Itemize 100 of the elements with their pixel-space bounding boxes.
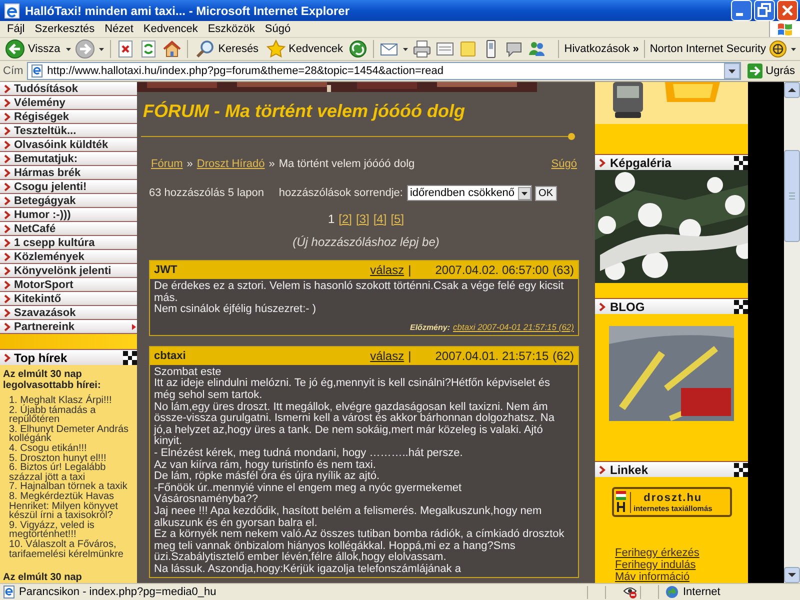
login-note: (Új hozzászóláshoz lépj be) bbox=[292, 235, 440, 249]
news-link[interactable]: 4. Csogu etikán!!! bbox=[9, 444, 134, 454]
news-link[interactable]: 9. Vigyázz, veled is megtörténhet!!! bbox=[9, 520, 134, 540]
menu-item[interactable]: Betegágyak bbox=[0, 194, 137, 208]
menu-item[interactable]: MotorSport bbox=[0, 278, 137, 292]
hungarian-flag-icon bbox=[616, 491, 626, 513]
sort-label: hozzászólások sorrendje: bbox=[278, 187, 403, 199]
zone-label: Internet bbox=[683, 586, 720, 598]
globe-icon[interactable] bbox=[769, 40, 787, 58]
breadcrumb-separator: » bbox=[186, 158, 193, 170]
address-field[interactable]: http://www.hallotaxi.hu/index.php?pg=forum&theme=28&topic=1454&action=read bbox=[27, 62, 741, 80]
norton-label[interactable]: Norton Internet Security bbox=[650, 43, 766, 55]
chevron-icon bbox=[598, 464, 606, 474]
checkered-flag-icon bbox=[734, 462, 748, 476]
menu-item[interactable]: Hármas brék bbox=[0, 166, 137, 180]
breadcrumb-link[interactable]: Droszt Híradó bbox=[196, 158, 265, 170]
reply-link[interactable]: válasz bbox=[370, 263, 404, 277]
section-title: Linkek bbox=[610, 462, 650, 476]
page-icon bbox=[2, 585, 16, 599]
checkered-flag-icon bbox=[123, 350, 137, 364]
post-author: JWT bbox=[154, 264, 178, 276]
link[interactable]: Ferihegy érkezés bbox=[615, 547, 748, 559]
media-icon[interactable] bbox=[348, 39, 368, 59]
post-date: 2007.04.01. 21:57:15 bbox=[435, 348, 549, 363]
checkered-flag-icon bbox=[734, 156, 748, 170]
search-icon bbox=[195, 39, 216, 59]
post-author: cbtaxi bbox=[154, 350, 187, 362]
menu-item[interactable]: Olvasóink küldték bbox=[0, 138, 137, 152]
back-button[interactable]: Vissza bbox=[3, 38, 62, 60]
link[interactable]: Ferihegy indulás bbox=[615, 559, 748, 571]
breadcrumb-link[interactable]: Fórum bbox=[151, 158, 183, 170]
page-link[interactable]: [4] bbox=[373, 212, 387, 226]
menu-item[interactable]: Súgó bbox=[260, 23, 296, 35]
menu-item[interactable]: Eszközök bbox=[202, 23, 260, 35]
menu-item[interactable]: Csogu jelenti! bbox=[0, 180, 137, 194]
post-number: (63) bbox=[552, 263, 574, 277]
reply-link[interactable]: válasz bbox=[370, 348, 404, 363]
menu-item[interactable]: Közlemények bbox=[0, 250, 137, 264]
news-link[interactable]: 7. Hajnalban törnek a taxik bbox=[9, 482, 134, 492]
link[interactable]: Máv információ bbox=[615, 571, 748, 583]
menu-item[interactable]: Vélemény bbox=[0, 96, 137, 110]
menu-item[interactable]: Partnereink bbox=[0, 320, 137, 334]
search-button[interactable]: Keresés bbox=[193, 38, 261, 60]
restore-button[interactable] bbox=[754, 0, 775, 21]
checkered-flag-icon bbox=[734, 300, 748, 314]
more-chevron[interactable]: » bbox=[632, 43, 639, 55]
scroll-down-button[interactable] bbox=[784, 567, 800, 583]
menu-item[interactable]: Régiségek bbox=[0, 110, 137, 124]
go-button[interactable]: Ugrás bbox=[744, 63, 797, 79]
home-icon[interactable] bbox=[162, 39, 182, 59]
people-icon[interactable] bbox=[527, 39, 547, 59]
news-link[interactable]: 6. Biztos úr! Legalább százzal jött a taxi bbox=[9, 463, 134, 482]
menu-item[interactable]: Szerkesztés bbox=[30, 23, 100, 35]
browser-icon bbox=[4, 2, 20, 18]
menu-item[interactable]: Teszteltük... bbox=[0, 124, 137, 138]
breadcrumb-current: Ma történt velem jóóóó dolg bbox=[278, 158, 415, 170]
favorites-button[interactable]: Kedvencek bbox=[264, 38, 345, 60]
previous-link[interactable]: cbtaxi 2007-04-01 21:57:15 (62) bbox=[453, 322, 574, 332]
links-label[interactable]: Hivatkozások bbox=[564, 43, 630, 55]
printer-icon[interactable] bbox=[412, 39, 432, 59]
section-title: BLOG bbox=[610, 300, 646, 314]
page-link[interactable]: [2] bbox=[338, 212, 352, 226]
news-heading: Az elmúlt 30 nap legolvasottabb hírei: bbox=[3, 369, 102, 391]
menu-item[interactable]: NetCafé bbox=[0, 222, 137, 236]
menu-item[interactable]: 1 csepp kultúra bbox=[0, 236, 137, 250]
go-arrow-icon bbox=[746, 63, 763, 79]
blocked-eye-icon bbox=[623, 585, 637, 599]
menu-item[interactable]: Tudósítások bbox=[0, 82, 137, 96]
chevron-icon bbox=[598, 158, 606, 168]
news-link[interactable]: 2. Újabb támadás a repülőtéren bbox=[9, 406, 134, 425]
scroll-up-button[interactable] bbox=[784, 82, 800, 98]
address-label: Cím bbox=[3, 65, 24, 77]
menu-item[interactable]: Kitekintő bbox=[0, 292, 137, 306]
menu-item[interactable]: Könyvelönk jelenti bbox=[0, 264, 137, 278]
scroll-thumb[interactable] bbox=[784, 150, 800, 242]
page-icon bbox=[30, 64, 44, 78]
menu-item[interactable]: Fájl bbox=[2, 23, 30, 35]
help-link[interactable]: Súgó bbox=[551, 158, 577, 170]
news-link[interactable]: 3. Elhunyt Demeter András kollégánk bbox=[9, 424, 134, 444]
sort-select[interactable]: időrendben csökkenő bbox=[406, 185, 532, 201]
star-icon bbox=[266, 39, 286, 59]
ok-button[interactable]: OK bbox=[534, 186, 557, 200]
pipe-separator: | bbox=[408, 348, 412, 363]
menu-item[interactable]: Kedvencek bbox=[138, 23, 203, 35]
news-link[interactable]: 8. Megkérdeztük Havas Henriket: Milyen könyvet készül írni a taxisokról? bbox=[9, 492, 134, 521]
logo-name: droszt.hu bbox=[644, 492, 702, 504]
menu-item[interactable]: Szavazások bbox=[0, 306, 137, 320]
post-text: De érdekes ez a sztori. Velem is hasonló szokott történni.Csak a vége felé egy kicsit más. Nem csinálok éjfélig húszezret:- ) bbox=[153, 279, 565, 318]
news-link[interactable]: 1. Meghalt Klasz Árpi!!! bbox=[9, 396, 134, 406]
page-link[interactable]: [5] bbox=[390, 212, 404, 226]
close-button[interactable] bbox=[777, 0, 798, 21]
menu-item[interactable]: Humor :-))) bbox=[0, 208, 137, 222]
news-link[interactable]: 10. Válaszolt a Főváros, tarifaemelési kérelmünkre bbox=[9, 540, 134, 560]
menu-item[interactable]: Nézet bbox=[100, 23, 138, 35]
chevron-icon bbox=[598, 302, 606, 312]
news-link[interactable]: 5. Droszton hunyt el!!! bbox=[9, 454, 134, 464]
page-link[interactable]: [3] bbox=[356, 212, 370, 226]
menu-item[interactable]: Bemutatjuk: bbox=[0, 152, 137, 166]
pipe-separator: | bbox=[408, 263, 412, 277]
minimize-button[interactable] bbox=[731, 0, 752, 21]
